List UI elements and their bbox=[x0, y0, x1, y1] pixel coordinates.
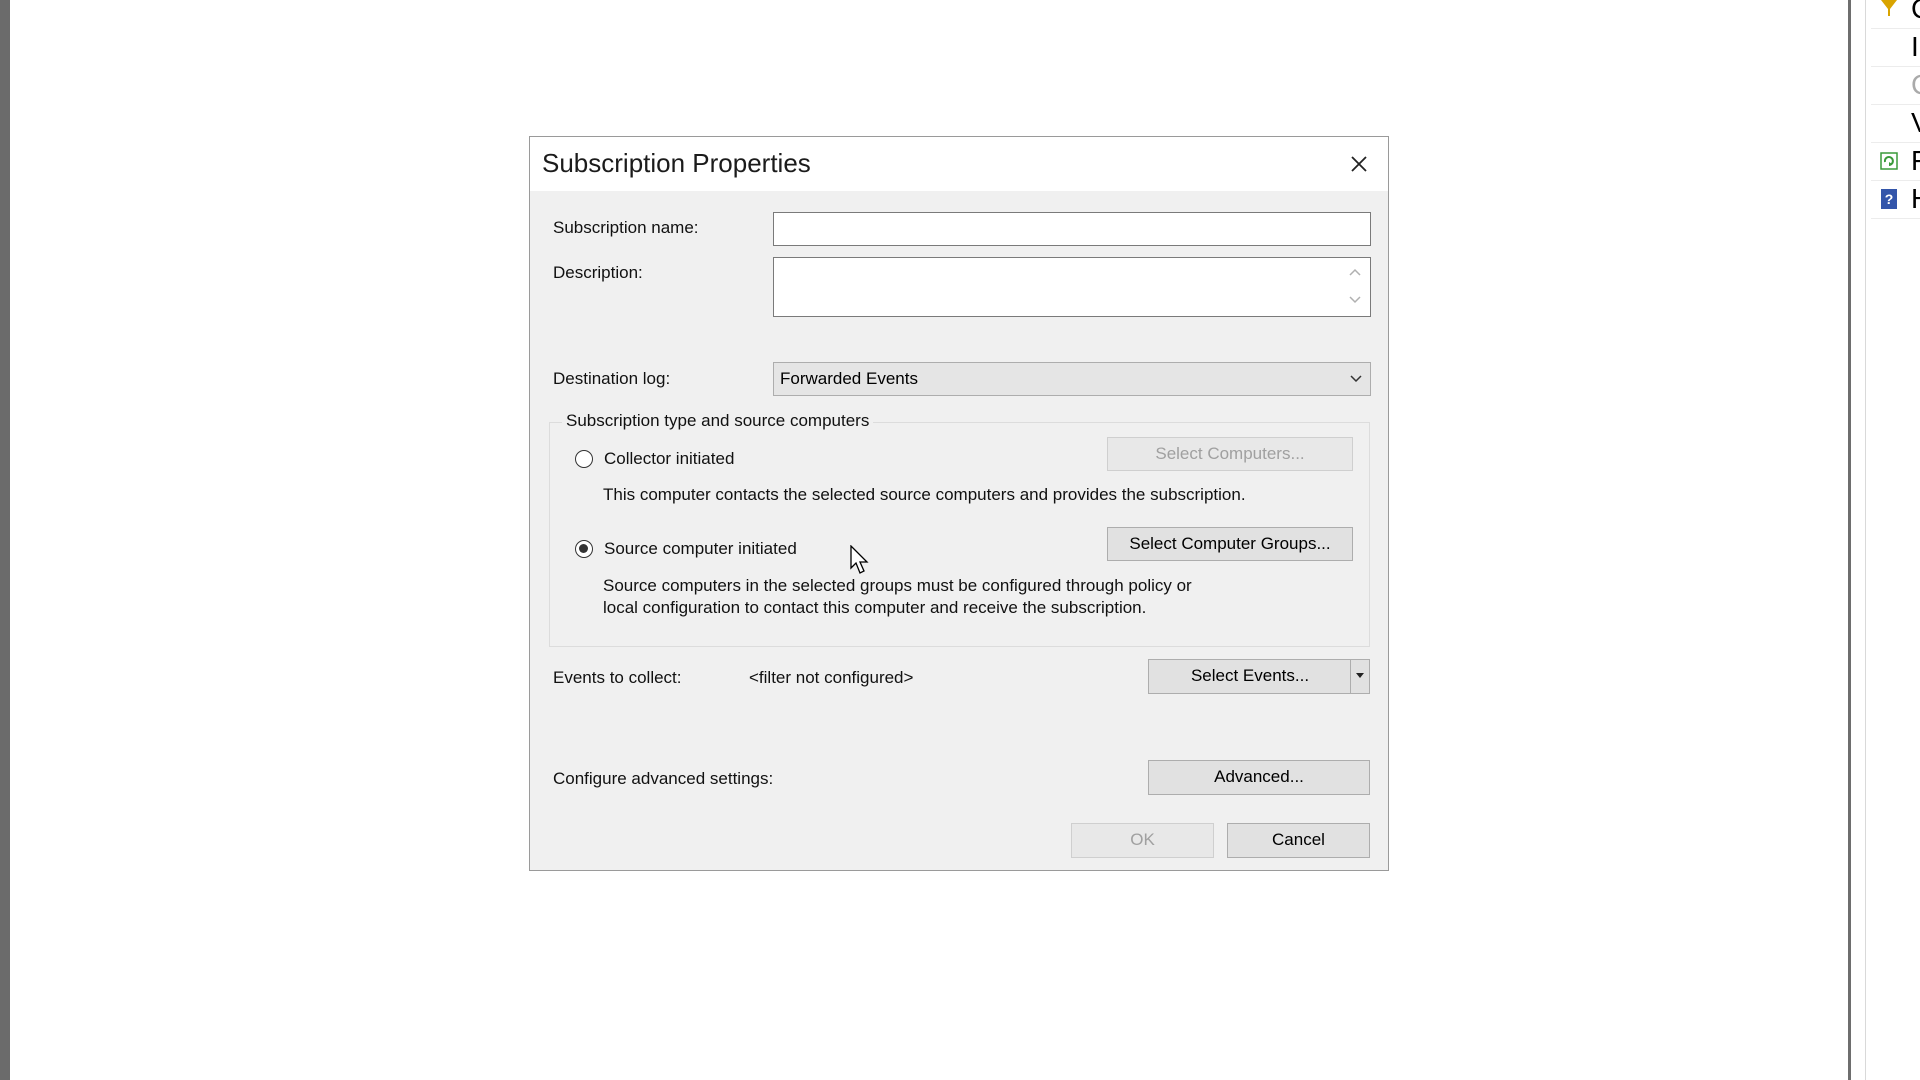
panel-divider bbox=[1865, 0, 1866, 1080]
advanced-button[interactable]: Advanced... bbox=[1148, 760, 1370, 795]
help-icon: ? bbox=[1881, 189, 1897, 209]
filter-icon bbox=[1881, 0, 1897, 16]
scroll-down-icon[interactable] bbox=[1348, 295, 1362, 305]
source-initiated-radio[interactable] bbox=[575, 540, 593, 558]
actions-panel: C I C V F ? H bbox=[1848, 0, 1920, 1080]
chevron-down-icon bbox=[1350, 375, 1362, 383]
collector-initiated-label[interactable]: Collector initiated bbox=[604, 449, 734, 469]
group-title: Subscription type and source computers bbox=[562, 411, 874, 431]
action-item-label: F bbox=[1911, 145, 1920, 176]
select-events-button[interactable]: Select Events... bbox=[1148, 659, 1370, 694]
select-events-dropdown-arrow[interactable] bbox=[1350, 660, 1369, 693]
close-button[interactable] bbox=[1340, 145, 1378, 183]
collector-description: This computer contacts the selected sour… bbox=[603, 485, 1246, 504]
mouse-cursor-icon bbox=[850, 545, 869, 574]
ok-button[interactable]: OK bbox=[1071, 823, 1214, 858]
action-item-label: C bbox=[1911, 66, 1920, 104]
cancel-button[interactable]: Cancel bbox=[1227, 823, 1370, 858]
destination-log-dropdown[interactable]: Forwarded Events bbox=[773, 362, 1371, 396]
subscription-properties-dialog: Subscription Properties Subscription nam… bbox=[529, 136, 1389, 871]
scroll-up-icon[interactable] bbox=[1348, 267, 1362, 277]
svg-text:?: ? bbox=[1885, 191, 1894, 207]
select-computer-groups-button[interactable]: Select Computer Groups... bbox=[1107, 527, 1353, 561]
destination-log-value: Forwarded Events bbox=[780, 369, 918, 388]
source-initiated-label[interactable]: Source computer initiated bbox=[604, 539, 797, 559]
subscription-name-input[interactable] bbox=[773, 212, 1371, 246]
subscription-name-label: Subscription name: bbox=[553, 218, 699, 237]
action-item-label: V bbox=[1911, 104, 1920, 142]
radio-selected-dot bbox=[579, 544, 588, 553]
dialog-title: Subscription Properties bbox=[542, 148, 811, 178]
action-item-refresh[interactable]: F bbox=[1871, 142, 1920, 181]
events-filter-value: <filter not configured> bbox=[749, 668, 914, 687]
source-description-line2: local configuration to contact this comp… bbox=[603, 598, 1147, 617]
subscription-type-group: Subscription type and source computers C… bbox=[549, 411, 1370, 647]
destination-log-label: Destination log: bbox=[553, 369, 671, 388]
select-events-label: Select Events... bbox=[1190, 666, 1310, 685]
refresh-icon bbox=[1880, 152, 1898, 170]
description-input[interactable] bbox=[773, 257, 1371, 317]
action-item-4[interactable]: V bbox=[1871, 104, 1920, 143]
window-left-edge bbox=[0, 0, 10, 1080]
action-item-3[interactable]: C bbox=[1871, 66, 1920, 105]
description-label: Description: bbox=[553, 263, 643, 282]
advanced-settings-label: Configure advanced settings: bbox=[553, 769, 774, 788]
action-item-1[interactable]: C bbox=[1871, 0, 1920, 29]
action-item-help[interactable]: ? H bbox=[1871, 180, 1920, 219]
select-computers-button[interactable]: Select Computers... bbox=[1107, 437, 1353, 471]
action-item-2[interactable]: I bbox=[1871, 28, 1920, 67]
action-item-label: I bbox=[1911, 31, 1919, 62]
source-description-line1: Source computers in the selected groups … bbox=[603, 576, 1192, 595]
caret-down-icon bbox=[1356, 673, 1364, 678]
collector-initiated-radio[interactable] bbox=[575, 450, 593, 468]
close-icon bbox=[1351, 156, 1367, 172]
action-item-label: H bbox=[1911, 180, 1920, 218]
events-to-collect-label: Events to collect: bbox=[553, 668, 682, 687]
dialog-titlebar: Subscription Properties bbox=[530, 137, 1388, 191]
action-item-label: C bbox=[1911, 0, 1920, 28]
